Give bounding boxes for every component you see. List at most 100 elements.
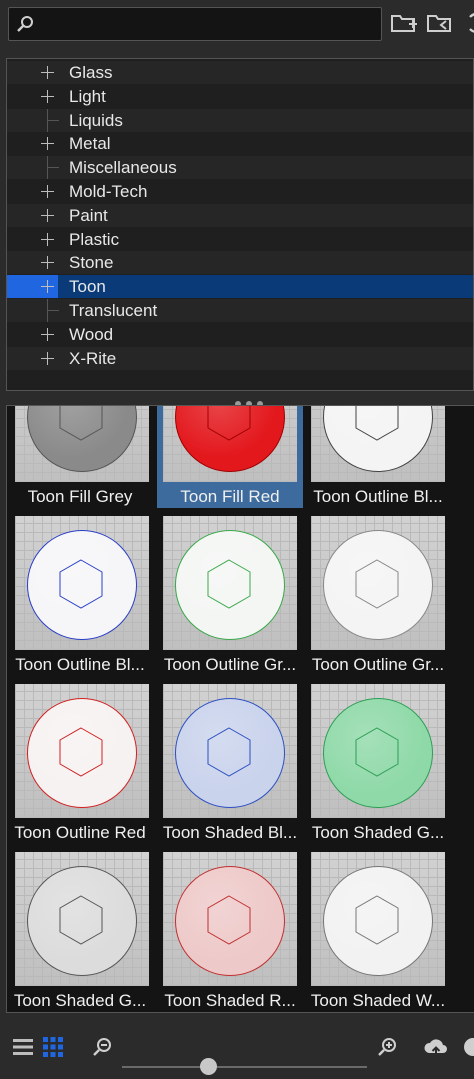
expand-plus-icon[interactable] xyxy=(41,351,54,365)
bottom-toolbar xyxy=(0,1020,474,1079)
hex-pattern-icon xyxy=(207,559,251,609)
material-tile[interactable]: Toon Shaded G... xyxy=(7,852,153,1012)
import-folder-icon[interactable] xyxy=(426,9,454,37)
more-icon[interactable] xyxy=(462,1036,474,1058)
tree-item[interactable]: Miscellaneous xyxy=(7,156,473,180)
material-preview xyxy=(15,516,149,650)
search-input[interactable] xyxy=(8,7,382,41)
tree-item[interactable]: Glass xyxy=(7,61,473,84)
material-tile[interactable]: Toon Outline Red xyxy=(7,684,153,844)
expand-plus-icon[interactable] xyxy=(41,66,54,79)
tree-item[interactable]: Wood xyxy=(7,323,473,346)
hex-pattern-icon xyxy=(59,727,103,777)
material-label: Toon Shaded R... xyxy=(164,991,296,1010)
tree-item-label: Stone xyxy=(69,253,114,273)
material-tile[interactable]: Toon Shaded G... xyxy=(305,684,451,844)
material-tile[interactable]: Toon Outline Gr... xyxy=(157,516,303,676)
material-preview xyxy=(163,516,297,650)
tree-item[interactable]: Translucent xyxy=(7,299,473,322)
material-label: Toon Shaded Bl... xyxy=(162,823,298,842)
tree-item-label: Mold-Tech xyxy=(69,182,148,201)
grid-view-icon[interactable] xyxy=(42,1036,64,1058)
material-preview xyxy=(163,684,297,818)
tree-item-label: Liquids xyxy=(69,110,123,130)
top-toolbar xyxy=(0,0,474,48)
material-label: Toon Shaded G... xyxy=(13,991,147,1010)
new-folder-icon[interactable] xyxy=(390,9,418,37)
expand-plus-icon[interactable] xyxy=(41,137,54,151)
tree-connector-icon xyxy=(47,156,59,180)
tree-item[interactable]: Light xyxy=(7,85,473,108)
material-label: Toon Fill Grey xyxy=(27,487,133,506)
hex-pattern-icon xyxy=(355,559,399,609)
tree-item[interactable]: X-Rite xyxy=(7,346,473,370)
material-tile[interactable]: Toon Shaded R... xyxy=(157,852,303,1012)
search-icon xyxy=(17,16,33,32)
material-preview xyxy=(15,406,149,482)
list-view-icon[interactable] xyxy=(12,1036,34,1058)
material-label: Toon Fill Red xyxy=(180,487,280,506)
expand-plus-icon[interactable] xyxy=(41,185,54,198)
hex-pattern-icon xyxy=(355,727,399,777)
tree-item-label: Wood xyxy=(69,324,114,344)
tree-item-label: Translucent xyxy=(69,301,158,320)
tree-item[interactable]: Toon xyxy=(7,275,473,299)
expand-plus-icon[interactable] xyxy=(41,256,54,270)
material-label: Toon Shaded G... xyxy=(311,823,445,842)
category-tree: Glass Light Liquids Metal Miscellaneous Mold-… xyxy=(6,58,474,391)
tree-item[interactable]: Mold-Tech xyxy=(7,180,473,203)
hex-pattern-icon xyxy=(355,406,399,441)
refresh-icon[interactable] xyxy=(462,9,474,37)
zoom-slider[interactable] xyxy=(122,1066,367,1068)
material-tile[interactable]: Toon Outline Bl... xyxy=(305,406,451,508)
expand-plus-icon[interactable] xyxy=(41,280,54,294)
tree-item[interactable]: Stone xyxy=(7,251,473,275)
material-tile[interactable]: Toon Fill Red xyxy=(157,406,303,508)
hex-pattern-icon xyxy=(207,406,251,441)
tree-item[interactable]: Liquids xyxy=(7,108,473,132)
expand-plus-icon[interactable] xyxy=(41,232,54,246)
tree-connector-icon xyxy=(47,108,59,132)
material-tile[interactable]: Toon Fill Grey xyxy=(7,406,153,508)
material-label: Toon Shaded W... xyxy=(310,991,446,1010)
hex-pattern-icon xyxy=(207,895,251,945)
hex-pattern-icon xyxy=(59,559,103,609)
tree-item-label: Miscellaneous xyxy=(69,158,177,178)
material-preview xyxy=(311,516,445,650)
material-preview xyxy=(163,852,297,986)
zoom-out-icon[interactable] xyxy=(91,1036,113,1058)
expand-plus-icon[interactable] xyxy=(41,89,54,103)
material-label: Toon Outline Red xyxy=(14,823,146,842)
tree-item-label: Paint xyxy=(69,205,108,225)
material-preview xyxy=(311,684,445,818)
zoom-in-icon[interactable] xyxy=(376,1036,398,1058)
hex-pattern-icon xyxy=(59,406,103,441)
tree-item-label: Metal xyxy=(69,134,111,154)
material-tile[interactable]: Toon Outline Bl... xyxy=(7,516,153,676)
tree-item[interactable]: Plastic xyxy=(7,228,473,251)
tree-item[interactable]: Paint xyxy=(7,203,473,227)
hex-pattern-icon xyxy=(355,895,399,945)
expand-plus-icon[interactable] xyxy=(41,327,54,341)
material-label: Toon Outline Gr... xyxy=(163,655,297,674)
material-preview xyxy=(15,684,149,818)
tree-item[interactable]: Metal xyxy=(7,132,473,155)
material-tile[interactable]: Toon Outline Gr... xyxy=(305,516,451,676)
material-label: Toon Outline Bl... xyxy=(313,487,443,506)
tree-connector-icon xyxy=(47,299,59,322)
material-grid: Toon Fill Grey Toon Fill Red Toon Outline … xyxy=(6,405,474,1013)
material-tile[interactable]: Toon Shaded W... xyxy=(305,852,451,1012)
tree-item-label: Light xyxy=(69,86,106,106)
panel-splitter[interactable] xyxy=(0,391,474,407)
hex-pattern-icon xyxy=(59,895,103,945)
material-preview xyxy=(15,852,149,986)
hex-pattern-icon xyxy=(207,727,251,777)
material-tile[interactable]: Toon Shaded Bl... xyxy=(157,684,303,844)
expand-plus-icon[interactable] xyxy=(41,208,54,222)
material-preview xyxy=(311,852,445,986)
cloud-upload-icon[interactable] xyxy=(423,1036,449,1058)
zoom-slider-knob[interactable] xyxy=(199,1058,217,1075)
material-label: Toon Outline Bl... xyxy=(15,655,145,674)
tree-item-label: Plastic xyxy=(69,229,120,249)
splitter-handle-icon[interactable] xyxy=(235,394,269,407)
